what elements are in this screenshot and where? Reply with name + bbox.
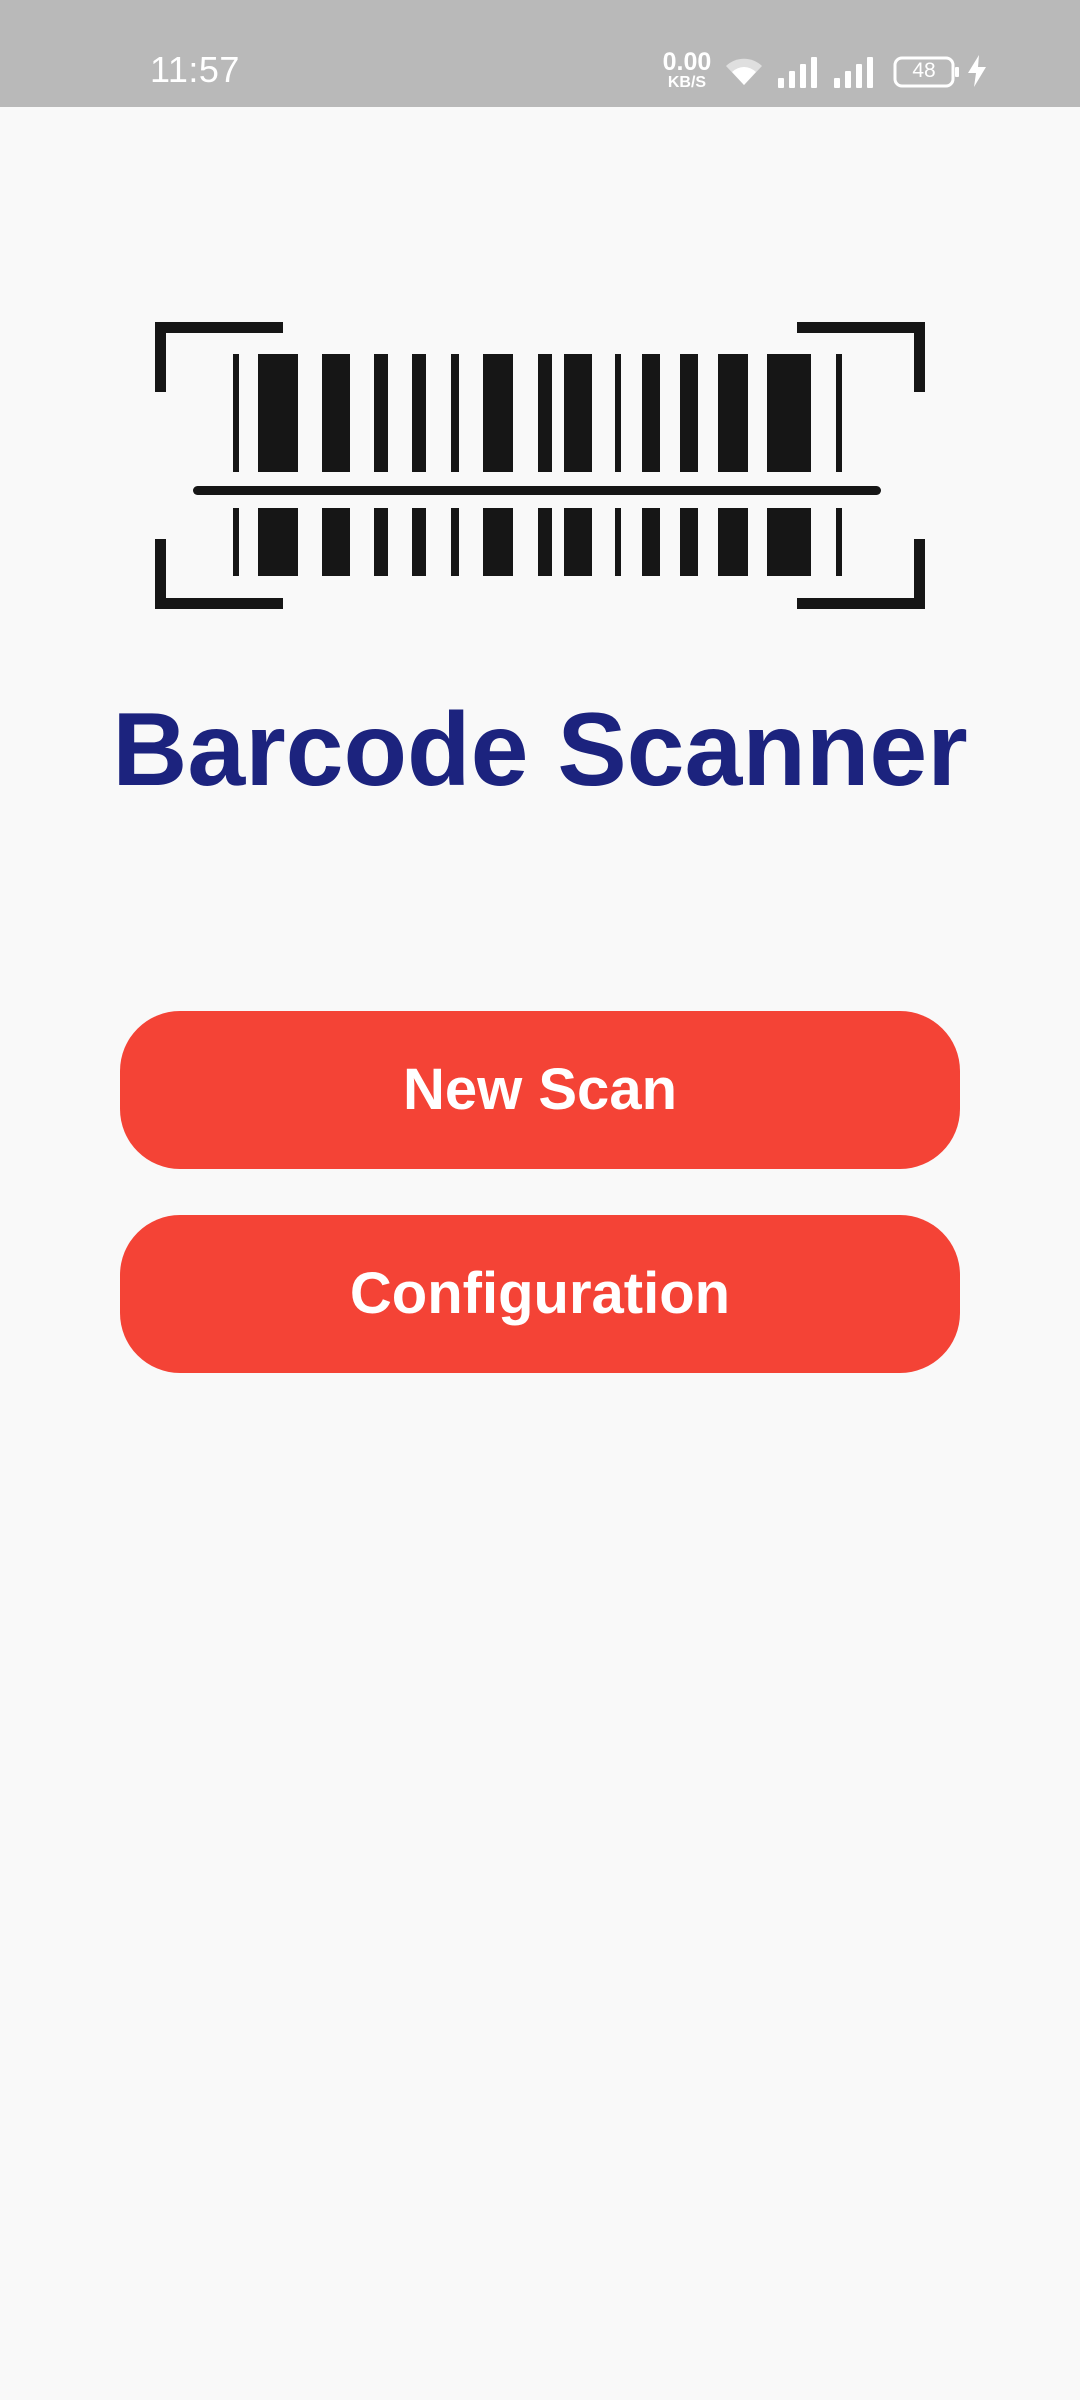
network-speed-indicator: 0.00 KB/S [658, 50, 716, 92]
signal-icon [778, 57, 817, 88]
signal-icon [834, 57, 873, 88]
battery-level: 48 [912, 59, 936, 82]
network-speed-unit: KB/S [667, 74, 707, 91]
wifi-icon [726, 58, 762, 85]
status-time: 11:57 [150, 49, 240, 90]
configuration-button[interactable]: Configuration [120, 1215, 960, 1373]
network-speed-value: 0.00 [662, 48, 712, 76]
new-scan-button[interactable]: New Scan [120, 1011, 960, 1169]
charging-icon [968, 55, 986, 87]
status-bar: 11:57 0.00 KB/S 48 [0, 0, 1080, 107]
barcode-scanner-icon [155, 322, 925, 609]
app-title: Barcode Scanner [112, 692, 968, 808]
